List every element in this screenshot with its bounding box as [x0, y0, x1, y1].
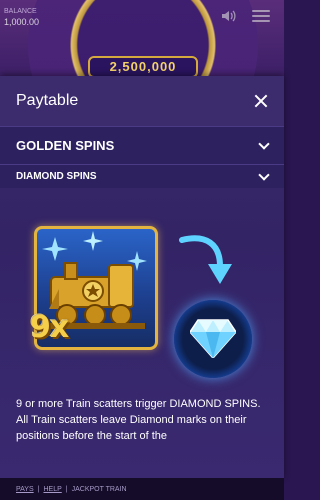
- section-content: 9x 9 or more Train scatters trigger DIAM…: [0, 188, 284, 478]
- section-golden-spins[interactable]: GOLDEN SPINS: [0, 126, 284, 164]
- game-background: 2,500,000 BALANCE 1,000.00: [0, 0, 284, 80]
- chevron-down-icon[interactable]: [258, 137, 270, 150]
- chevron-down-icon[interactable]: [258, 168, 270, 181]
- section-title: GOLDEN SPINS: [16, 138, 115, 153]
- modal-title: Paytable: [16, 92, 79, 109]
- help-link[interactable]: HELP: [43, 486, 61, 493]
- sound-icon[interactable]: [220, 8, 236, 24]
- modal-header: Paytable: [0, 76, 284, 126]
- balance-label: BALANCE: [4, 8, 37, 15]
- diamond-spins-description: 9 or more Train scatters trigger DIAMOND…: [16, 398, 261, 442]
- arrow-icon: [179, 235, 232, 284]
- game-name: JACKPOT TRAIN: [71, 485, 127, 493]
- menu-icon[interactable]: [252, 10, 270, 22]
- symbol-multiplier: 9x: [30, 310, 69, 345]
- footer-bar: PAYS | HELP | JACKPOT TRAIN: [0, 478, 284, 500]
- paytable-modal: Paytable GOLDEN SPINS DIAMOND SPINS 9x 9…: [0, 76, 284, 480]
- pays-link[interactable]: PAYS: [16, 486, 34, 493]
- jackpot-amount: 2,500,000: [88, 56, 198, 78]
- diamond-icon: [174, 300, 252, 378]
- section-diamond-spins[interactable]: DIAMOND SPINS: [0, 164, 284, 188]
- section-title: DIAMOND SPINS: [16, 171, 97, 182]
- footer-separator: |: [65, 485, 68, 493]
- close-icon[interactable]: [254, 94, 268, 108]
- balance-value: 1,000.00: [4, 17, 40, 27]
- footer-separator: |: [37, 485, 40, 493]
